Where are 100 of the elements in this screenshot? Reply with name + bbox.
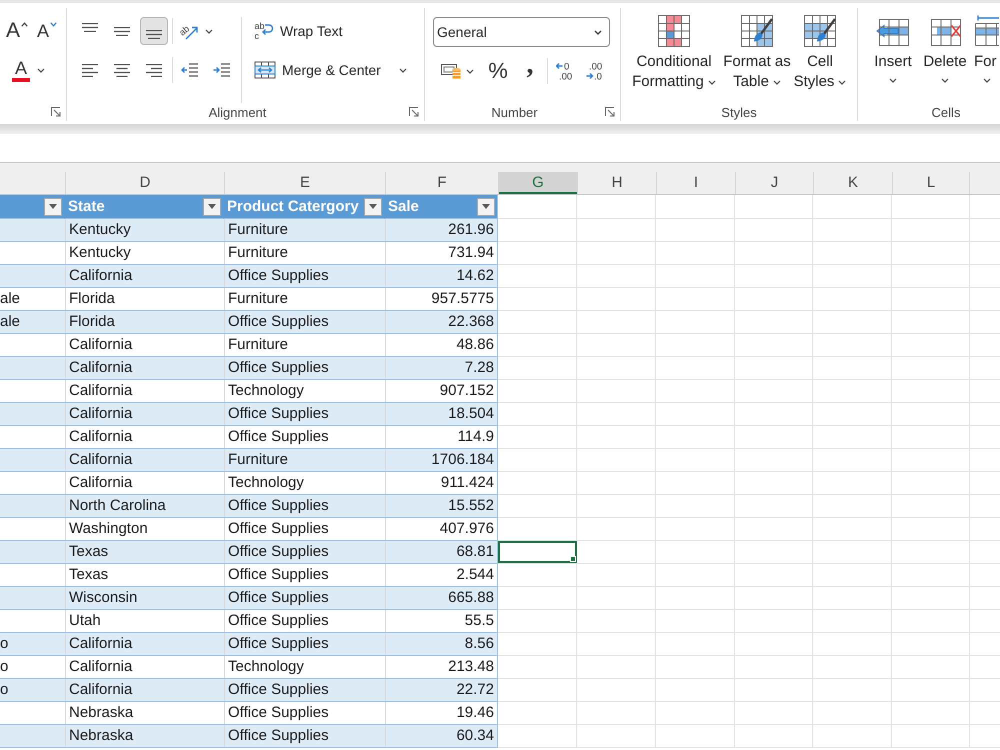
- font-color-bar-icon: [12, 78, 30, 82]
- decrease-font-size-button[interactable]: A: [32, 17, 62, 45]
- column-title: Product Catergory: [227, 198, 359, 215]
- table-cell: Office Supplies: [224, 495, 385, 517]
- percent-style-button[interactable]: %: [486, 57, 510, 85]
- merge-cells-icon: [254, 61, 276, 79]
- filter-button[interactable]: [364, 198, 382, 216]
- filter-button[interactable]: [44, 198, 62, 216]
- caret-icon: [37, 68, 45, 72]
- caret-icon: [49, 204, 57, 209]
- caret-icon: [205, 28, 213, 34]
- table-cell: Furniture: [224, 219, 385, 241]
- orientation-button[interactable]: ab: [176, 17, 217, 45]
- table-cell: California: [65, 403, 224, 425]
- table-cell: Florida: [65, 288, 224, 310]
- cell-brush-icon: [803, 14, 837, 48]
- caret-icon: [983, 78, 991, 83]
- column-header[interactable]: G: [498, 172, 577, 194]
- cell-styles-button[interactable]: Cell Styles: [792, 14, 848, 92]
- increase-decimal-button[interactable]: 0 .00: [553, 57, 579, 85]
- table-cell: Technology: [224, 472, 385, 494]
- align-left-icon: [82, 64, 98, 76]
- table-cell-text: o: [0, 657, 10, 677]
- table-cell: California: [65, 472, 224, 494]
- column-header[interactable]: K: [813, 172, 892, 194]
- table-cell-text: o: [0, 680, 10, 700]
- column-header[interactable]: E: [224, 172, 385, 194]
- dialog-launcher-button[interactable]: [604, 106, 616, 118]
- number-format-dropdown[interactable]: General: [433, 17, 610, 47]
- table-cell: Office Supplies: [224, 541, 385, 563]
- table-cell: Texas: [65, 564, 224, 586]
- table-brush-icon: [740, 14, 774, 48]
- table-cell: Office Supplies: [224, 265, 385, 287]
- table-cell: North Carolina: [65, 495, 224, 517]
- format-as-table-button[interactable]: Format as Table: [722, 14, 792, 92]
- comma-style-button[interactable]: ,: [518, 57, 542, 85]
- merge-center-button[interactable]: Merge & Center: [250, 56, 411, 84]
- table-cell: Technology: [224, 380, 385, 402]
- column-header[interactable]: I: [656, 172, 735, 194]
- increase-indent-icon: [213, 63, 231, 77]
- group-label: Alignment: [208, 104, 268, 120]
- format-button[interactable]: For: [971, 14, 1000, 83]
- filter-button[interactable]: [477, 198, 495, 216]
- table-cell: Technology: [224, 656, 385, 678]
- group-label: Styles: [720, 104, 758, 120]
- caret-icon: [838, 80, 846, 84]
- table-cell-text: ale: [0, 289, 22, 309]
- decrease-decimal-button[interactable]: .00 .0: [583, 57, 609, 85]
- table-cell: Kentucky: [65, 219, 224, 241]
- table-cell: Office Supplies: [224, 357, 385, 379]
- format-cells-icon: [974, 14, 999, 48]
- caret-icon: [708, 80, 716, 84]
- table-cell: Office Supplies: [224, 311, 385, 333]
- fill-handle[interactable]: [570, 556, 576, 562]
- launcher-arrow-icon: [51, 107, 61, 117]
- increase-font-size-button[interactable]: A: [2, 17, 32, 45]
- column-header[interactable]: J: [735, 172, 813, 194]
- column-header[interactable]: H: [577, 172, 656, 194]
- table-cell: Furniture: [224, 334, 385, 356]
- delete-button[interactable]: Delete: [919, 14, 971, 83]
- filter-button[interactable]: [203, 198, 221, 216]
- column-title: State: [68, 198, 105, 215]
- align-right-icon: [146, 64, 162, 76]
- table-cell: California: [65, 426, 224, 448]
- column-header[interactable]: L: [892, 172, 970, 194]
- table-cell: Office Supplies: [224, 702, 385, 724]
- table-cell: Office Supplies: [224, 426, 385, 448]
- caret-icon: [466, 68, 474, 74]
- caret-icon: [889, 78, 897, 83]
- table-cell: 68.81: [385, 541, 498, 563]
- column-header[interactable]: D: [65, 172, 224, 194]
- conditional-formatting-button[interactable]: Conditional Formatting: [626, 14, 722, 92]
- bottom-align-button[interactable]: [140, 17, 168, 45]
- table-cell: Office Supplies: [224, 518, 385, 540]
- launcher-arrow-icon: [409, 107, 419, 117]
- caret-icon: [594, 30, 602, 34]
- table-cell: Nebraska: [65, 702, 224, 724]
- table-cell: Wisconsin: [65, 587, 224, 609]
- table-cell: Furniture: [224, 449, 385, 471]
- money-icon: [440, 64, 460, 78]
- decrease-indent-icon: [181, 63, 199, 77]
- align-center-icon: [114, 64, 130, 76]
- table-cell: Office Supplies: [224, 403, 385, 425]
- table-cell: California: [65, 334, 224, 356]
- caret-down-icon: [50, 22, 57, 27]
- dialog-launcher-button[interactable]: [408, 106, 420, 118]
- table-cell: Furniture: [224, 242, 385, 264]
- caret-icon: [482, 204, 490, 209]
- table-cell: Office Supplies: [224, 587, 385, 609]
- table-cell: Office Supplies: [224, 633, 385, 655]
- align-bottom-icon: [146, 30, 162, 39]
- dialog-launcher-button[interactable]: [50, 106, 62, 118]
- font-color-button[interactable]: A: [2, 56, 62, 84]
- table-cell: Nebraska: [65, 725, 224, 747]
- caret-icon: [369, 204, 377, 209]
- wrap-text-button[interactable]: ab c Wrap Text: [250, 17, 347, 45]
- group-label: Number: [490, 104, 539, 120]
- caret-icon: [208, 204, 216, 209]
- insert-button[interactable]: Insert: [867, 14, 919, 83]
- active-cell[interactable]: [498, 541, 577, 563]
